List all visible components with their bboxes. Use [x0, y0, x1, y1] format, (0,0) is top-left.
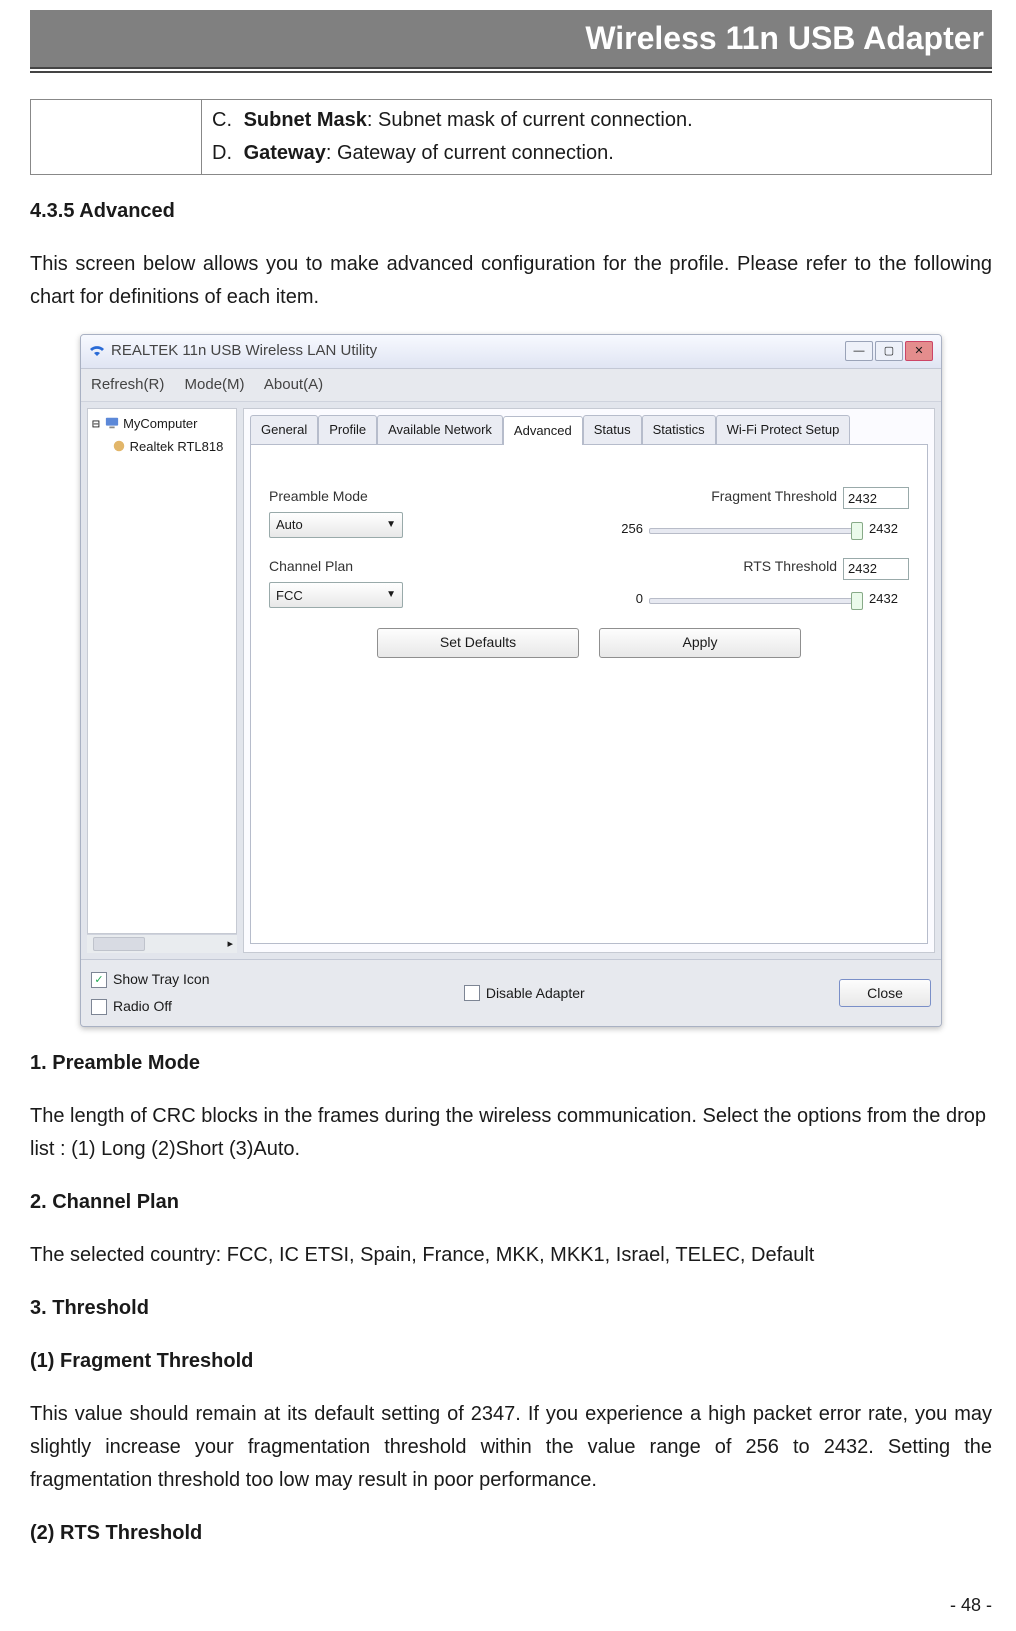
rts-max: 2432 [869, 588, 909, 609]
tab-status[interactable]: Status [583, 415, 642, 443]
fragment-value-box[interactable]: 2432 [843, 487, 909, 509]
tree-root[interactable]: ⊟ MyComputer [92, 413, 232, 435]
tab-wps[interactable]: Wi-Fi Protect Setup [716, 415, 851, 443]
subheading-threshold: 3. Threshold [30, 1292, 992, 1325]
paragraph: This value should remain at its default … [30, 1398, 992, 1497]
chevron-down-icon: ▼ [386, 587, 396, 604]
rts-label: RTS Threshold [603, 555, 837, 578]
show-tray-label: Show Tray Icon [113, 968, 210, 991]
channel-plan-dropdown[interactable]: FCC ▼ [269, 582, 403, 608]
tree-child[interactable]: Realtek RTL818 [92, 436, 232, 457]
tab-statistics[interactable]: Statistics [642, 415, 716, 443]
subheading-fragment: (1) Fragment Threshold [30, 1345, 992, 1378]
menu-about[interactable]: About(A) [264, 376, 323, 393]
menu-bar: Refresh(R) Mode(M) About(A) [81, 369, 941, 403]
app-window: REALTEK 11n USB Wireless LAN Utility — ▢… [80, 334, 942, 1028]
rts-slider[interactable] [649, 590, 863, 608]
subheading-channel-plan: 2. Channel Plan [30, 1186, 992, 1219]
advanced-panel: Preamble Mode Auto ▼ Fragment Threshold … [250, 444, 928, 945]
preamble-value: Auto [276, 514, 303, 535]
definition-table-fragment: C. Subnet Mask: Subnet mask of current c… [30, 99, 992, 175]
tree-hscroll[interactable]: ▸ [87, 934, 237, 953]
page-number: - 48 - [950, 1591, 992, 1621]
tab-general[interactable]: General [250, 415, 318, 443]
rts-min: 0 [603, 588, 643, 609]
section-intro: This screen below allows you to make adv… [30, 248, 992, 314]
fragment-max: 2432 [869, 518, 909, 539]
minimize-button[interactable]: — [845, 341, 873, 361]
subheading-preamble: 1. Preamble Mode [30, 1047, 992, 1080]
item-letter: D. [212, 137, 238, 170]
tab-advanced[interactable]: Advanced [503, 416, 583, 444]
radio-off-label: Radio Off [113, 995, 172, 1018]
apply-button[interactable]: Apply [599, 628, 801, 658]
section-heading: 4.3.5 Advanced [30, 195, 992, 228]
radio-off-checkbox[interactable]: Radio Off [91, 995, 210, 1018]
chevron-down-icon: ▼ [386, 517, 396, 534]
table-row: C. Subnet Mask: Subnet mask of current c… [212, 104, 981, 137]
close-button[interactable]: Close [839, 979, 931, 1007]
preamble-label: Preamble Mode [269, 485, 575, 508]
tab-bar: General Profile Available Network Advanc… [244, 409, 934, 443]
item-term: Subnet Mask [244, 109, 367, 131]
set-defaults-button[interactable]: Set Defaults [377, 628, 579, 658]
fragment-min: 256 [603, 518, 643, 539]
paragraph: The length of CRC blocks in the frames d… [30, 1100, 992, 1166]
tab-available-network[interactable]: Available Network [377, 415, 503, 443]
fragment-label: Fragment Threshold [603, 485, 837, 508]
close-window-button[interactable]: ✕ [905, 341, 933, 361]
document-header: Wireless 11n USB Adapter [30, 10, 992, 73]
item-def: : Gateway of current connection. [326, 142, 614, 164]
maximize-button[interactable]: ▢ [875, 341, 903, 361]
tab-profile[interactable]: Profile [318, 415, 377, 443]
adapter-icon [112, 439, 126, 453]
computer-icon [105, 416, 119, 430]
tree-root-label: MyComputer [123, 416, 197, 431]
rts-value-box[interactable]: 2432 [843, 558, 909, 580]
channel-plan-value: FCC [276, 585, 303, 606]
menu-refresh[interactable]: Refresh(R) [91, 376, 164, 393]
disable-adapter-label: Disable Adapter [486, 982, 585, 1005]
channel-plan-label: Channel Plan [269, 555, 575, 578]
item-letter: C. [212, 104, 238, 137]
menu-mode[interactable]: Mode(M) [185, 376, 245, 393]
item-term: Gateway [244, 142, 326, 164]
banner-title: Wireless 11n USB Adapter [30, 10, 992, 69]
subheading-rts: (2) RTS Threshold [30, 1517, 992, 1550]
window-title: REALTEK 11n USB Wireless LAN Utility [111, 339, 839, 364]
tree-expander-icon[interactable]: ⊟ [92, 417, 100, 432]
tree-child-label: Realtek RTL818 [130, 439, 224, 454]
fragment-slider[interactable] [649, 520, 863, 538]
paragraph: The selected country: FCC, IC ETSI, Spai… [30, 1239, 992, 1272]
table-row: D. Gateway: Gateway of current connectio… [212, 137, 981, 170]
preamble-dropdown[interactable]: Auto ▼ [269, 512, 403, 538]
show-tray-checkbox[interactable]: ✓Show Tray Icon [91, 968, 210, 991]
item-def: : Subnet mask of current connection. [367, 109, 693, 131]
wifi-icon [89, 343, 105, 359]
disable-adapter-checkbox[interactable]: Disable Adapter [464, 982, 585, 1005]
